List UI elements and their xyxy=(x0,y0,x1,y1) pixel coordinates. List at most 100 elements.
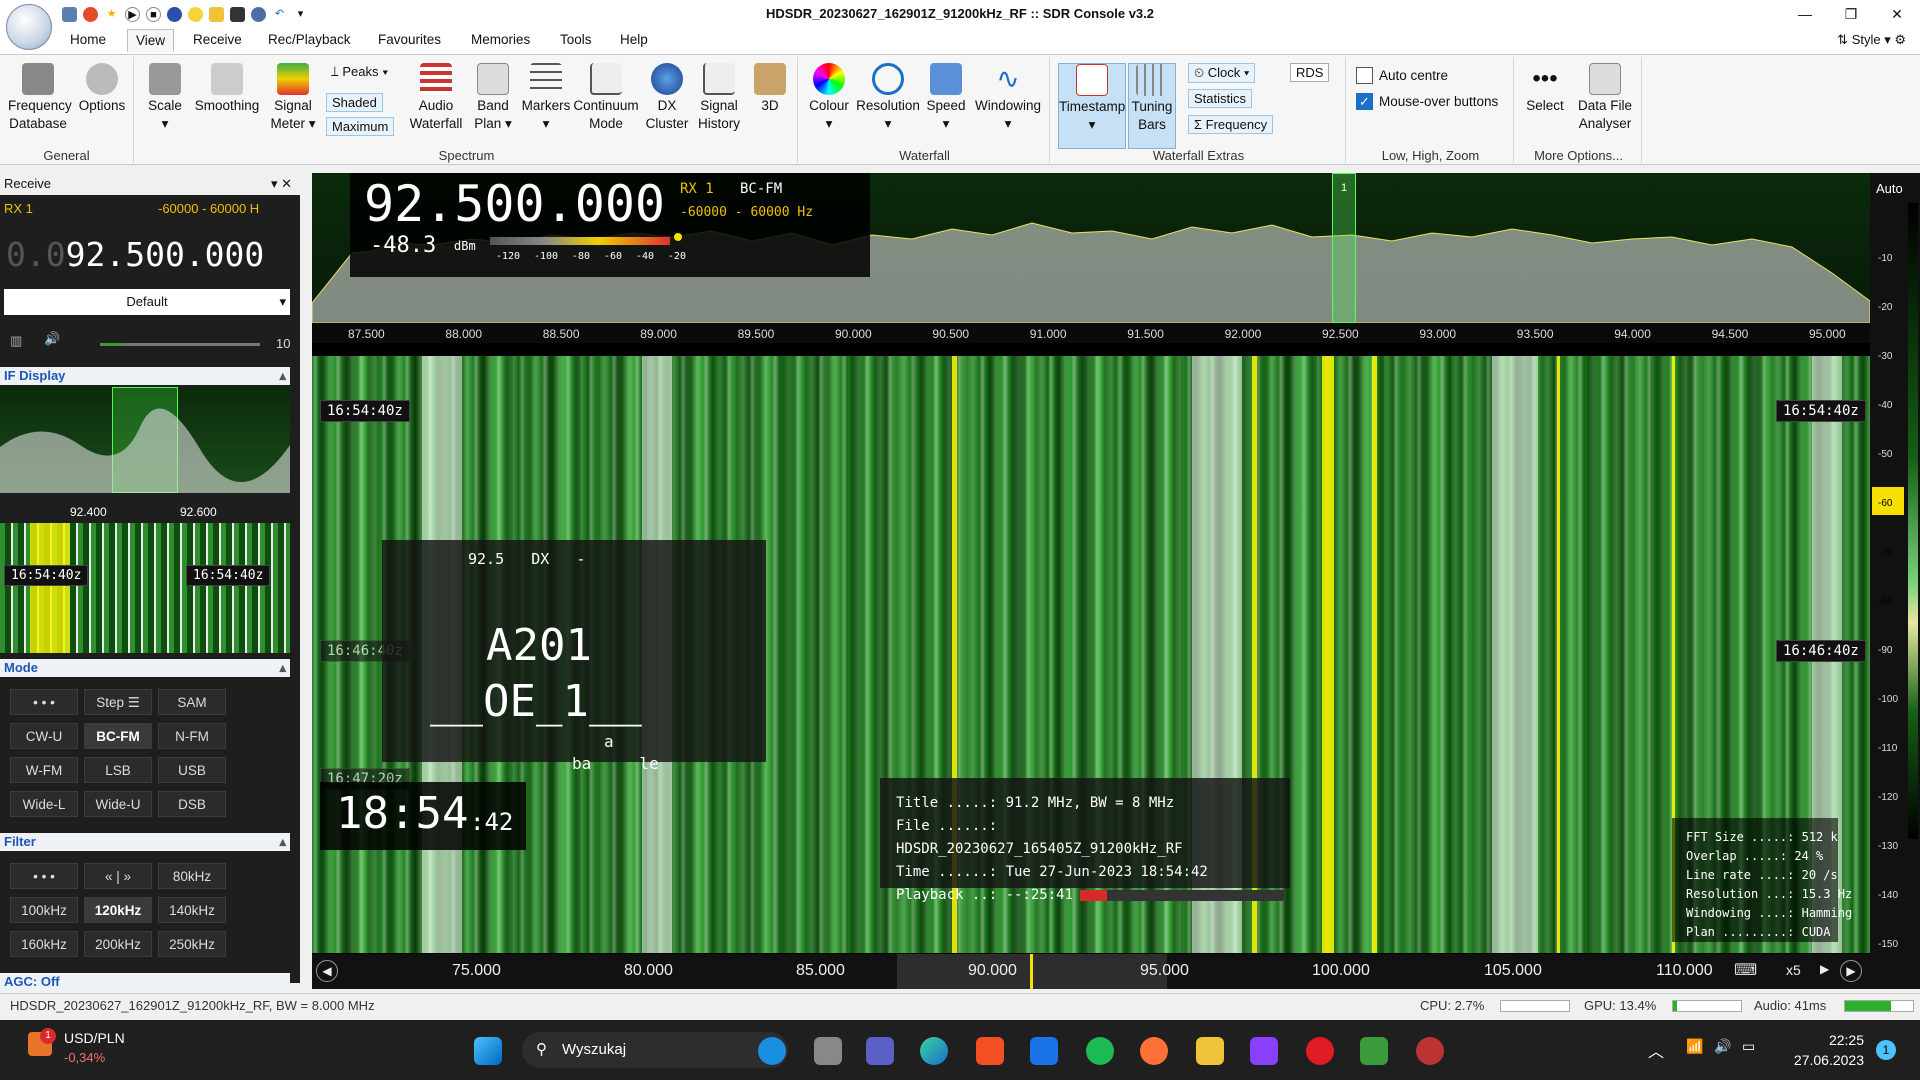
task-view-icon[interactable] xyxy=(814,1037,842,1065)
tab-memories[interactable]: Memories xyxy=(471,32,530,47)
frequency-scale[interactable]: 87.500 88.000 88.500 89.000 89.500 90.000 90.5… xyxy=(312,323,1870,343)
maximum-button[interactable]: Maximum xyxy=(326,117,395,136)
options-button[interactable]: Options xyxy=(74,63,130,115)
tray-chevron-icon[interactable]: ︿ xyxy=(1648,1038,1664,1062)
start-icon[interactable] xyxy=(474,1037,502,1065)
style-menu[interactable]: ⇅ Style ▾ ⚙ xyxy=(1837,32,1906,48)
receive-frequency[interactable]: 0.092.500.000 xyxy=(6,235,264,274)
undo-icon[interactable]: ↶ xyxy=(272,7,287,22)
filter-button-8[interactable]: 250kHz xyxy=(158,931,226,957)
folder-icon[interactable] xyxy=(1196,1037,1224,1065)
tab-home[interactable]: Home xyxy=(70,32,106,47)
agc-header[interactable]: AGC: Off xyxy=(0,973,290,991)
spectrum-icon[interactable]: ▥ xyxy=(10,333,22,349)
camera-icon[interactable] xyxy=(230,6,245,22)
waterfall-display[interactable]: 16:54:40z 16:54:40z 16:46:40z 16:46:40z … xyxy=(312,356,1870,953)
mode-button-7[interactable]: LSB xyxy=(84,757,152,783)
bing-icon[interactable] xyxy=(758,1037,786,1065)
zoom-next-icon[interactable]: ▶ xyxy=(1820,962,1829,976)
volume-icon[interactable]: 🔊 xyxy=(1714,1038,1731,1055)
edge-icon[interactable] xyxy=(920,1037,948,1065)
preset-dropdown[interactable]: Default ▾ xyxy=(4,289,290,315)
auto-centre-checkbox[interactable]: Auto centre xyxy=(1356,67,1448,84)
rds-button[interactable]: RDS xyxy=(1290,63,1330,82)
resolution-button[interactable]: Resolution ▾ xyxy=(854,63,922,133)
user-icon[interactable] xyxy=(251,6,266,22)
mode-button-5[interactable]: N-FM xyxy=(158,723,226,749)
smoothing-button[interactable]: Smoothing xyxy=(192,63,262,115)
restore-icon[interactable]: ❐ xyxy=(1828,0,1874,28)
close-icon[interactable]: ✕ xyxy=(1874,0,1920,28)
mode-button-8[interactable]: USB xyxy=(158,757,226,783)
dx-cluster-button[interactable]: DX Cluster xyxy=(642,63,692,133)
shaded-button[interactable]: Shaded xyxy=(326,93,383,112)
filter-button-7[interactable]: 200kHz xyxy=(84,931,152,957)
db-scale[interactable]: Auto -10 -20 -30 -40 -50 -60 -70 -80 -90 -100 -110… xyxy=(1870,173,1920,989)
tab-tools[interactable]: Tools xyxy=(560,32,592,47)
speed-button[interactable]: Speed ▾ xyxy=(924,63,968,133)
spectrum-frequency[interactable]: 92.500.000 xyxy=(364,175,665,233)
minimize-icon[interactable]: — xyxy=(1782,0,1828,28)
tab-favourites[interactable]: Favourites xyxy=(378,32,441,47)
taskbar-date[interactable]: 27.06.2023 xyxy=(1776,1052,1864,1068)
continuum-mode-button[interactable]: Continuum Mode xyxy=(572,63,640,133)
frequency-button[interactable]: Σ Frequency xyxy=(1188,115,1274,134)
mode-button-6[interactable]: W-FM xyxy=(10,757,78,783)
frequency-database-button[interactable]: Frequency Database xyxy=(8,63,72,133)
notification-badge[interactable]: 1 xyxy=(1876,1040,1896,1060)
filter-header[interactable]: Filter ▴ xyxy=(0,833,290,851)
wifi-icon[interactable]: 📶 xyxy=(1686,1038,1703,1055)
playback-progress[interactable] xyxy=(1080,890,1284,901)
filter-button-1[interactable]: « | » xyxy=(84,863,152,889)
zoom-level[interactable]: x5 xyxy=(1786,962,1801,978)
keyboard-icon[interactable]: ⌨ xyxy=(1734,960,1757,980)
filter-button-2[interactable]: 80kHz xyxy=(158,863,226,889)
timestamp-button[interactable]: Timestamp ▾ xyxy=(1058,63,1126,149)
clock-button[interactable]: ⏲ Clock ▾ xyxy=(1188,63,1256,83)
if-display-header[interactable]: IF Display ▴ xyxy=(0,367,290,385)
audio-waterfall-button[interactable]: Audio Waterfall xyxy=(406,63,466,133)
mode-button-10[interactable]: Wide-U xyxy=(84,791,152,817)
data-file-analyser-button[interactable]: Data File Analyser xyxy=(1572,63,1638,133)
volume-slider[interactable] xyxy=(100,343,260,346)
mode-button-0[interactable]: • • • xyxy=(10,689,78,715)
mail-icon[interactable] xyxy=(1030,1037,1058,1065)
mode-header[interactable]: Mode ▴ xyxy=(0,659,290,677)
filter-button-6[interactable]: 160kHz xyxy=(10,931,78,957)
tab-rec-playback[interactable]: Rec/Playback xyxy=(268,32,351,47)
record-icon[interactable] xyxy=(167,6,182,22)
store-icon[interactable] xyxy=(976,1037,1004,1065)
tuning-bars-button[interactable]: Tuning Bars xyxy=(1128,63,1176,149)
favourite-icon[interactable]: ★ xyxy=(104,7,119,22)
markers-button[interactable]: Markers ▾ xyxy=(518,63,574,133)
select-button[interactable]: ••• Select xyxy=(1520,63,1570,115)
filter-button-4[interactable]: 120kHz xyxy=(84,897,152,923)
bottom-frequency-scale[interactable]: ◀ 75.000 80.000 85.000 90.000 95.000 100.000 1… xyxy=(312,954,1870,989)
settings-icon[interactable] xyxy=(83,6,98,22)
3d-button[interactable]: 3D xyxy=(750,63,790,115)
filter-button-3[interactable]: 100kHz xyxy=(10,897,78,923)
stop-icon[interactable]: ■ xyxy=(146,6,161,22)
band-plan-button[interactable]: Band Plan ▾ xyxy=(470,63,516,133)
filter-button-5[interactable]: 140kHz xyxy=(158,897,226,923)
colour-button[interactable]: Colour ▾ xyxy=(806,63,852,133)
app-icon[interactable] xyxy=(1250,1037,1278,1065)
widget-title[interactable]: USD/PLN xyxy=(64,1030,125,1046)
taskbar-time[interactable]: 22:25 xyxy=(1800,1032,1864,1048)
tab-receive[interactable]: Receive xyxy=(193,32,242,47)
taskbar-search[interactable]: ⚲ Wyszukaj xyxy=(522,1032,788,1068)
chevron-down-icon[interactable]: ▾ xyxy=(293,7,308,22)
panel-close-icon[interactable]: ▾ ✕ xyxy=(271,176,292,192)
tab-help[interactable]: Help xyxy=(620,32,648,47)
if-spectrum[interactable] xyxy=(0,387,290,493)
scroll-right-icon[interactable]: ▶ xyxy=(1840,960,1862,982)
statistics-button[interactable]: Statistics xyxy=(1188,89,1253,108)
app-menu-button[interactable] xyxy=(6,4,52,50)
sheets-icon[interactable] xyxy=(1360,1037,1388,1065)
signal-meter-button[interactable]: Signal Meter ▾ xyxy=(262,63,324,133)
filter-button-0[interactable]: • • • xyxy=(10,863,78,889)
mode-button-2[interactable]: SAM xyxy=(158,689,226,715)
mode-button-11[interactable]: DSB xyxy=(158,791,226,817)
scale-button[interactable]: Scale ▾ xyxy=(140,63,190,133)
mouse-over-checkbox[interactable]: ✓ Mouse-over buttons xyxy=(1356,93,1498,110)
